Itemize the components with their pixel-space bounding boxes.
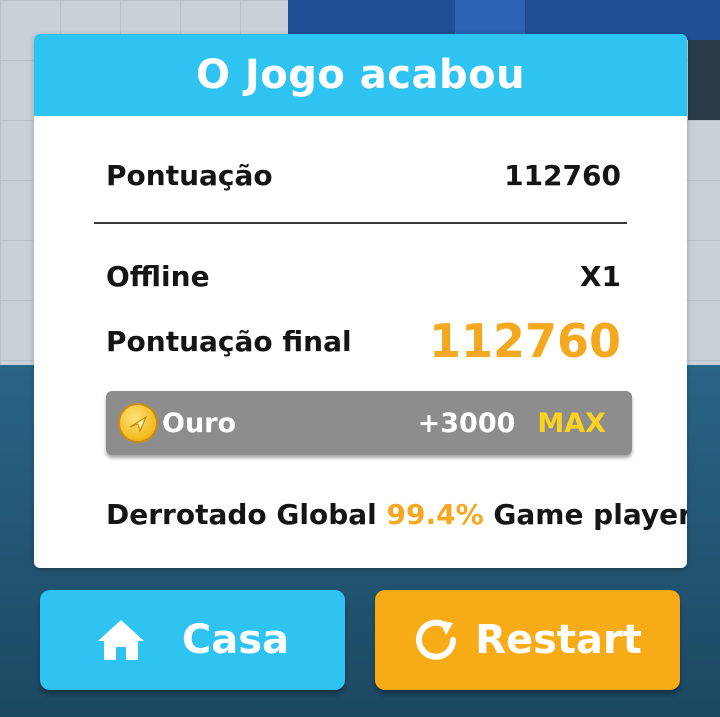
home-button[interactable]: Casa xyxy=(40,590,345,690)
multiplier-value: X1 xyxy=(579,260,621,293)
mode-label: Offline xyxy=(106,260,210,293)
mode-row: Offline X1 xyxy=(106,260,621,293)
score-value: 112760 xyxy=(504,159,621,192)
divider xyxy=(94,222,627,224)
restart-icon xyxy=(413,617,459,663)
final-score-value: 112760 xyxy=(428,314,621,368)
game-over-dialog: O Jogo acabou Pontuação 112760 Offline X… xyxy=(34,34,687,568)
gold-max-badge: MAX xyxy=(537,407,606,439)
defeated-percent: 99.4% xyxy=(386,498,484,531)
dialog-header: O Jogo acabou xyxy=(34,34,687,116)
dialog-title: O Jogo acabou xyxy=(195,52,526,98)
gold-label: Ouro xyxy=(162,407,237,439)
score-label: Pontuação xyxy=(106,159,273,192)
restart-button[interactable]: Restart xyxy=(375,590,680,690)
gold-amount: +3000 xyxy=(417,407,516,439)
defeated-stat: Derrotado Global 99.4% Game players xyxy=(106,498,687,531)
coin-icon xyxy=(118,403,158,443)
final-score-label: Pontuação final xyxy=(106,324,352,358)
home-icon xyxy=(96,617,146,663)
defeated-prefix: Derrotado Global xyxy=(106,498,377,531)
gold-reward-bar: Ouro +3000 MAX xyxy=(106,391,632,455)
score-row: Pontuação 112760 xyxy=(106,159,621,192)
game-background-column xyxy=(688,40,720,120)
final-score-row: Pontuação final 112760 xyxy=(106,314,621,368)
home-button-label: Casa xyxy=(181,617,290,663)
defeated-suffix: Game players xyxy=(493,498,687,531)
restart-button-label: Restart xyxy=(475,617,642,663)
